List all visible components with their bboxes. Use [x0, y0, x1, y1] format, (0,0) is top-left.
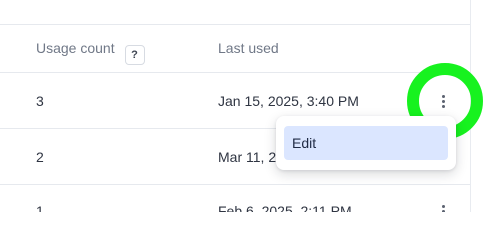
usage-count-header-label: Usage count [36, 40, 115, 56]
row-actions-menu: Edit [276, 116, 456, 170]
row-divider-2 [0, 184, 470, 185]
table-row-1-usage-count: 3 [36, 93, 44, 109]
table-row-2-usage-count: 2 [36, 149, 44, 165]
header-top-divider [0, 24, 470, 25]
header-bottom-divider [0, 72, 470, 73]
table-page: Usage count ? Last used 3 Jan 15, 2025, … [0, 0, 492, 212]
table-row-3-usage-count: 1 [36, 203, 44, 212]
table-row-1-last-used: Jan 15, 2025, 3:40 PM [218, 93, 359, 109]
row-actions-button[interactable] [430, 88, 456, 114]
kebab-icon [441, 204, 445, 212]
help-icon[interactable]: ? [124, 45, 145, 65]
row-actions-button[interactable] [430, 198, 456, 212]
kebab-icon [441, 94, 445, 108]
right-divider [470, 0, 471, 212]
table-row-3-last-used: Feb 6, 2025, 2:11 PM [218, 203, 352, 212]
usage-count-header: Usage count ? [36, 40, 145, 65]
last-used-header: Last used [218, 40, 279, 56]
edit-menu-item[interactable]: Edit [284, 126, 448, 160]
